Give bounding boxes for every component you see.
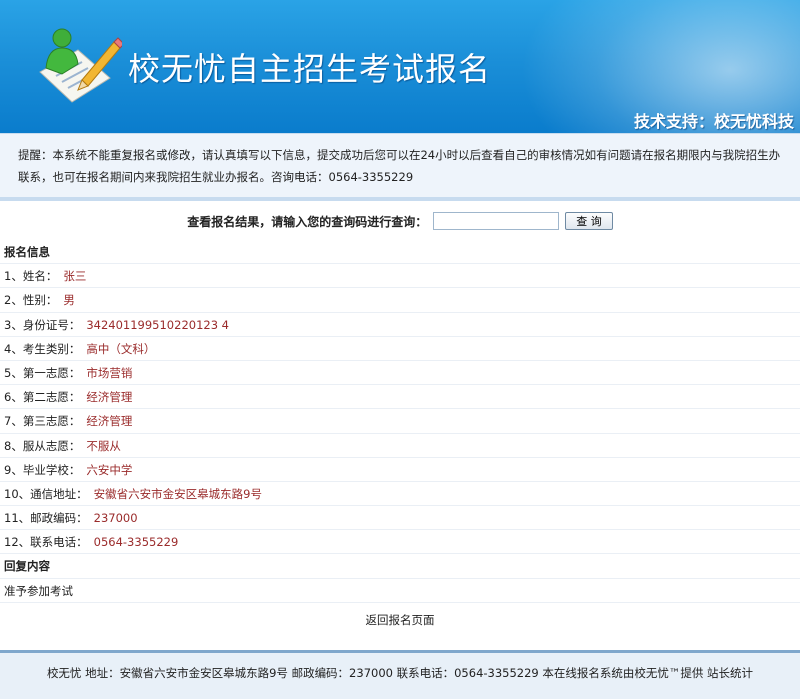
back-link-wrap: 返回报名页面 [0,612,800,628]
field-value: 237000 [93,511,138,526]
field-label: 5、第一志愿： [4,365,81,380]
field-label: 9、毕业学校： [4,462,81,477]
footer: 校无忧 地址：安徽省六安市金安区皋城东路9号 邮政编码：237000 联系电话：… [0,650,800,699]
field-label: 6、第二志愿： [4,390,81,405]
field-label: 8、服从志愿： [4,438,81,453]
notice-panel: 提醒：本系统不能重复报名或修改，请认真填写以下信息，提交成功后您可以在24小时以… [0,133,800,197]
reply-content: 准予参加考试 [0,579,800,603]
section-title-reply: 回复内容 [0,554,800,579]
info-row-obey-assignment: 8、服从志愿： 不服从 [0,434,800,458]
field-value: 0564-3355229 [93,535,179,550]
query-button[interactable]: 查 询 [565,212,613,230]
tech-support-label: 技术支持：校无忧科技 [633,112,794,131]
query-code-input[interactable] [433,212,560,230]
field-value: 经济管理 [86,414,133,429]
notice-text: 提醒：本系统不能重复报名或修改，请认真填写以下信息，提交成功后您可以在24小时以… [18,148,781,184]
field-value: 342401199510220123 4 [86,317,229,332]
info-row-second-choice: 6、第二志愿： 经济管理 [0,385,800,410]
page-title: 校无忧自主招生考试报名 [128,50,492,88]
field-value: 男 [63,293,75,308]
footer-text: 校无忧 地址：安徽省六安市金安区皋城东路9号 邮政编码：237000 联系电话：… [46,666,754,680]
field-value: 不服从 [86,438,121,453]
field-value: 高中（文科） [86,341,156,356]
field-label: 11、邮政编码： [4,511,88,526]
field-label: 2、性别： [4,293,58,308]
field-label: 10、通信地址： [4,486,88,501]
field-value: 经济管理 [86,390,133,405]
field-label: 1、姓名： [4,269,58,284]
divider [0,197,800,201]
info-row-postal-code: 11、邮政编码： 237000 [0,506,800,531]
field-label: 3、身份证号： [4,317,81,332]
info-row-category: 4、考生类别： 高中（文科） [0,337,800,361]
field-value: 六安中学 [86,462,133,477]
info-row-id-number: 3、身份证号： 342401199510220123 4 [0,313,800,337]
query-label: 查看报名结果，请输入您的查询码进行查询： [187,214,428,229]
field-label: 12、联系电话： [4,535,88,550]
info-row-name: 1、姓名： 张三 [0,264,800,289]
info-row-third-choice: 7、第三志愿： 经济管理 [0,409,800,434]
field-label: 4、考生类别： [4,341,81,356]
field-value: 安徽省六安市金安区皋城东路9号 [93,486,262,501]
info-row-address: 10、通信地址： 安徽省六安市金安区皋城东路9号 [0,482,800,507]
registration-info: 报名信息 1、姓名： 张三 2、性别： 男 3、身份证号： 3424011995102… [0,240,800,603]
header-banner: 校无忧自主招生考试报名 技术支持：校无忧科技 [0,0,800,133]
field-value: 市场营销 [86,365,133,380]
info-row-graduate-school: 9、毕业学校： 六安中学 [0,458,800,482]
registration-pencil-icon [39,28,122,103]
field-label: 7、第三志愿： [4,414,81,429]
info-row-first-choice: 5、第一志愿： 市场营销 [0,361,800,386]
info-row-phone: 12、联系电话： 0564-3355229 [0,530,800,555]
query-bar: 查看报名结果，请输入您的查询码进行查询： 查 询 [0,206,800,236]
back-to-registration-link[interactable]: 返回报名页面 [362,611,439,629]
section-title-info: 报名信息 [0,240,800,265]
field-value: 张三 [63,269,87,284]
info-row-gender: 2、性别： 男 [0,288,800,313]
